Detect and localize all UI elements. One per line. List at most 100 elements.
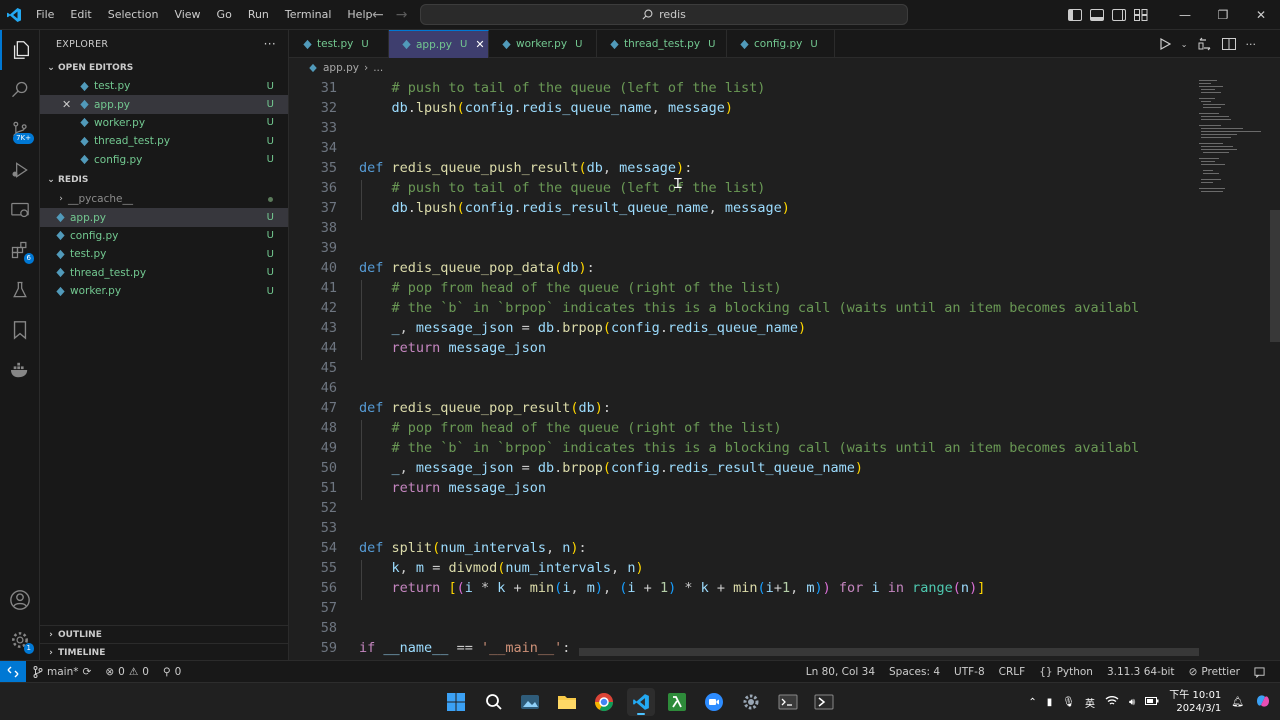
open-editors-section[interactable]: ⌄ OPEN EDITORS — [40, 58, 288, 77]
docker-icon[interactable] — [0, 350, 40, 390]
run-python-file-icon[interactable] — [1159, 38, 1171, 50]
prettier-formatter[interactable]: ⊘ Prettier — [1182, 666, 1247, 678]
forward-arrow-icon[interactable]: → — [396, 7, 408, 23]
open-editor-config[interactable]: config.py U — [40, 151, 288, 169]
timeline-section[interactable]: › TIMELINE — [40, 643, 289, 661]
taskbar-chrome-icon[interactable] — [590, 688, 618, 716]
taskbar-file-explorer-icon[interactable] — [553, 688, 581, 716]
microphone-icon[interactable]: 🎙︎ — [1062, 697, 1075, 708]
input-method-indicator[interactable]: 英 — [1085, 695, 1095, 710]
sync-icon[interactable]: ⟳ — [83, 666, 92, 678]
extensions-icon[interactable]: 6 — [0, 230, 40, 270]
menu-go[interactable]: Go — [209, 0, 240, 30]
breadcrumb-symbols[interactable]: ... — [373, 62, 383, 74]
problems-indicator[interactable]: ⊗ 0 ⚠ 0 — [98, 666, 156, 678]
customize-layout-icon[interactable] — [1134, 9, 1148, 21]
tab-test-py[interactable]: test.py U — [289, 30, 389, 58]
taskbar-lambda-app-icon[interactable] — [663, 688, 691, 716]
python-interpreter[interactable]: 3.11.3 64-bit — [1100, 666, 1182, 678]
prettier-status-icon: ⊘ — [1188, 666, 1198, 678]
maximize-button[interactable]: ❐ — [1204, 0, 1242, 30]
menu-file[interactable]: File — [28, 0, 62, 30]
taskbar-powershell-icon[interactable] — [810, 688, 838, 716]
language-mode[interactable]: {} Python — [1032, 666, 1100, 678]
branch-indicator[interactable]: main* ⟳ — [26, 665, 98, 678]
open-editor-thread-test[interactable]: thread_test.py U — [40, 132, 288, 150]
wifi-icon[interactable] — [1105, 695, 1119, 709]
ports-indicator[interactable]: ⚲ 0 — [156, 666, 188, 678]
taskbar-vscode-icon[interactable] — [627, 688, 655, 716]
taskbar-photos-icon[interactable] — [516, 688, 544, 716]
vertical-scrollbar[interactable] — [1270, 210, 1280, 342]
windows-start-icon[interactable] — [442, 688, 470, 716]
toggle-panel-icon[interactable] — [1090, 9, 1104, 21]
testing-flask-icon[interactable] — [0, 270, 40, 310]
system-clock[interactable]: 下午 10:01 2024/3/1 — [1169, 689, 1221, 715]
accounts-icon[interactable] — [0, 580, 40, 620]
battery-icon[interactable] — [1145, 696, 1159, 709]
close-tab-icon[interactable]: ✕ — [475, 38, 484, 51]
tab-config-py[interactable]: config.py U — [727, 30, 835, 58]
toggle-primary-sidebar-icon[interactable] — [1068, 9, 1082, 21]
source-control-icon[interactable]: 7K+ — [0, 110, 40, 150]
redis-folder-section[interactable]: ⌄ REDIS — [40, 171, 288, 190]
tab-worker-py[interactable]: worker.py U — [489, 30, 597, 58]
close-window-button[interactable]: ✕ — [1242, 0, 1280, 30]
back-arrow-icon[interactable]: ← — [372, 7, 384, 23]
taskbar-terminal-icon[interactable] — [774, 688, 802, 716]
file-test[interactable]: test.py U — [40, 245, 288, 263]
split-editor-icon[interactable] — [1221, 38, 1236, 50]
tab-app-py[interactable]: app.py U ✕ — [389, 30, 489, 58]
taskbar-search-icon[interactable] — [480, 688, 508, 716]
command-center-search[interactable]: redis — [420, 4, 908, 25]
remote-indicator-icon[interactable] — [0, 660, 26, 683]
show-hidden-icons-chevron-icon[interactable]: ⌃ — [1028, 697, 1036, 708]
more-actions-icon[interactable]: ··· — [1246, 38, 1257, 51]
manage-gear-icon[interactable]: 1 — [0, 620, 40, 660]
battery-saver-icon[interactable]: ▮ — [1047, 697, 1053, 708]
horizontal-scrollbar[interactable] — [579, 648, 1199, 656]
file-app[interactable]: app.py U — [40, 208, 288, 227]
open-editor-worker[interactable]: worker.py U — [40, 114, 288, 132]
line-number: 34 — [320, 140, 337, 156]
tab-thread-test-py[interactable]: thread_test.py U — [597, 30, 727, 58]
minimap[interactable] — [1197, 78, 1275, 218]
menu-view[interactable]: View — [166, 0, 208, 30]
run-dropdown-chevron-icon[interactable]: ⌄ — [1181, 40, 1188, 49]
remote-explorer-icon[interactable] — [0, 190, 40, 230]
menu-terminal[interactable]: Terminal — [277, 0, 340, 30]
taskbar-settings-icon[interactable] — [737, 688, 765, 716]
taskbar-zoom-icon[interactable] — [700, 688, 728, 716]
file-worker[interactable]: worker.py U — [40, 282, 288, 300]
minimize-button[interactable]: — — [1166, 0, 1204, 30]
menu-edit[interactable]: Edit — [62, 0, 99, 30]
cursor-position[interactable]: Ln 80, Col 34 — [799, 666, 882, 678]
file-encoding[interactable]: UTF-8 — [947, 666, 992, 678]
breadcrumb-file[interactable]: app.py — [323, 62, 359, 74]
bookmark-icon[interactable] — [0, 310, 40, 350]
explorer-icon[interactable] — [0, 30, 40, 70]
end-of-line[interactable]: CRLF — [992, 666, 1033, 678]
run-debug-icon[interactable] — [0, 150, 40, 190]
copilot-icon[interactable] — [1254, 692, 1272, 713]
menu-run[interactable]: Run — [240, 0, 277, 30]
file-thread-test[interactable]: thread_test.py U — [40, 264, 288, 282]
close-editor-icon[interactable]: ✕ — [62, 98, 71, 111]
pycache-folder[interactable]: › __pycache__ — [40, 190, 288, 208]
menu-selection[interactable]: Selection — [100, 0, 167, 30]
search-icon[interactable] — [0, 70, 40, 110]
notifications-bell-icon[interactable] — [1247, 666, 1272, 678]
compare-changes-icon[interactable] — [1198, 37, 1212, 51]
indentation[interactable]: Spaces: 4 — [882, 666, 947, 678]
volume-icon[interactable]: 🔊︎ — [1129, 697, 1135, 708]
notification-bell-icon[interactable]: 🔔︎ — [1231, 697, 1244, 708]
open-editor-test[interactable]: test.py U — [40, 77, 288, 95]
file-config[interactable]: config.py U — [40, 227, 288, 245]
outline-section[interactable]: › OUTLINE — [40, 625, 289, 643]
chevron-down-icon: ⌄ — [47, 175, 55, 186]
code-lines[interactable]: # push to tail of the queue (left of the… — [359, 78, 1139, 656]
explorer-more-icon[interactable]: ··· — [264, 37, 276, 51]
code-editor[interactable]: 31 32 33 34 35 36 37 38 39 40 41 42 43 4… — [289, 78, 1280, 660]
open-editor-app[interactable]: ✕ app.py U — [40, 95, 288, 114]
toggle-secondary-sidebar-icon[interactable] — [1112, 9, 1126, 21]
